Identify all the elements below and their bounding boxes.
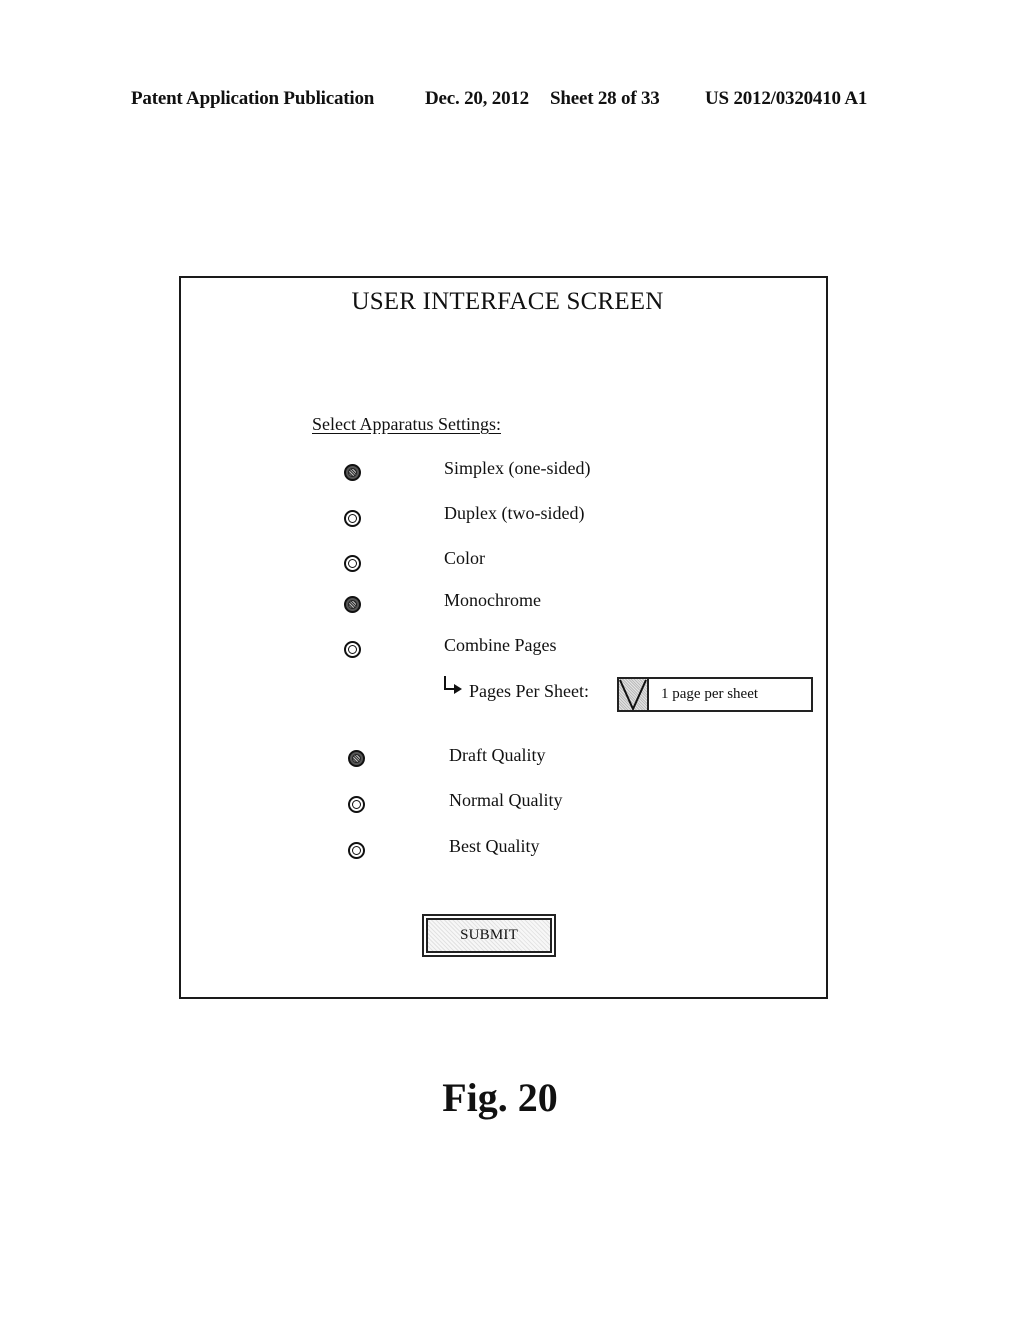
dropdown-selected-value: 1 page per sheet: [661, 686, 759, 702]
section-label: Select Apparatus Settings:: [312, 414, 501, 434]
option-label: Monochrome: [444, 590, 541, 610]
option-draft-quality[interactable]: Draft Quality: [348, 745, 648, 775]
option-monochrome[interactable]: Monochrome: [344, 590, 644, 621]
radio-icon[interactable]: [348, 842, 365, 859]
option-label: Color: [444, 548, 486, 568]
option-label: Draft Quality: [449, 745, 546, 765]
radio-icon[interactable]: [344, 510, 361, 527]
option-best-quality[interactable]: Best Quality: [348, 836, 648, 867]
submit-button[interactable]: SUBMIT: [422, 914, 556, 957]
figure-caption: Fig. 20: [442, 1075, 558, 1120]
option-label: Best Quality: [449, 836, 540, 856]
option-duplex[interactable]: Duplex (two-sided): [344, 503, 644, 534]
radio-icon[interactable]: [344, 641, 361, 658]
option-label: Simplex (one-sided): [444, 458, 591, 478]
publication-label: Patent Application Publication: [131, 88, 375, 109]
submit-button-label: SUBMIT: [426, 918, 552, 953]
pages-per-sheet-dropdown[interactable]: 1 page per sheet: [617, 677, 813, 712]
option-combine-pages[interactable]: Combine Pages: [344, 635, 644, 666]
sheet-number: Sheet 28 of 33: [550, 88, 660, 109]
option-color[interactable]: Color: [344, 548, 644, 580]
radio-icon[interactable]: [344, 464, 361, 481]
option-label: Normal Quality: [449, 790, 563, 810]
dropdown-toggle-button[interactable]: [619, 679, 649, 710]
page-header: Patent Application Publication Dec. 20, …: [0, 88, 1024, 114]
publication-date: Dec. 20, 2012: [425, 88, 529, 109]
user-interface-screen: USER INTERFACE SCREEN Select Apparatus S…: [179, 276, 828, 999]
option-simplex[interactable]: Simplex (one-sided): [344, 458, 644, 488]
pages-per-sheet-label: Pages Per Sheet:: [469, 681, 589, 701]
radio-icon[interactable]: [348, 796, 365, 813]
option-label: Combine Pages: [444, 635, 557, 655]
radio-icon[interactable]: [344, 555, 361, 572]
return-arrow-icon: [444, 676, 462, 694]
option-label: Duplex (two-sided): [444, 503, 585, 523]
option-normal-quality[interactable]: Normal Quality: [348, 790, 648, 821]
radio-icon[interactable]: [348, 750, 365, 767]
chevron-down-icon: [619, 679, 647, 710]
screen-title: USER INTERFACE SCREEN: [181, 288, 826, 316]
radio-icon[interactable]: [344, 596, 361, 613]
patent-number: US 2012/0320410 A1: [705, 88, 868, 109]
screen-title-text: USER INTERFACE SCREEN: [351, 288, 664, 315]
